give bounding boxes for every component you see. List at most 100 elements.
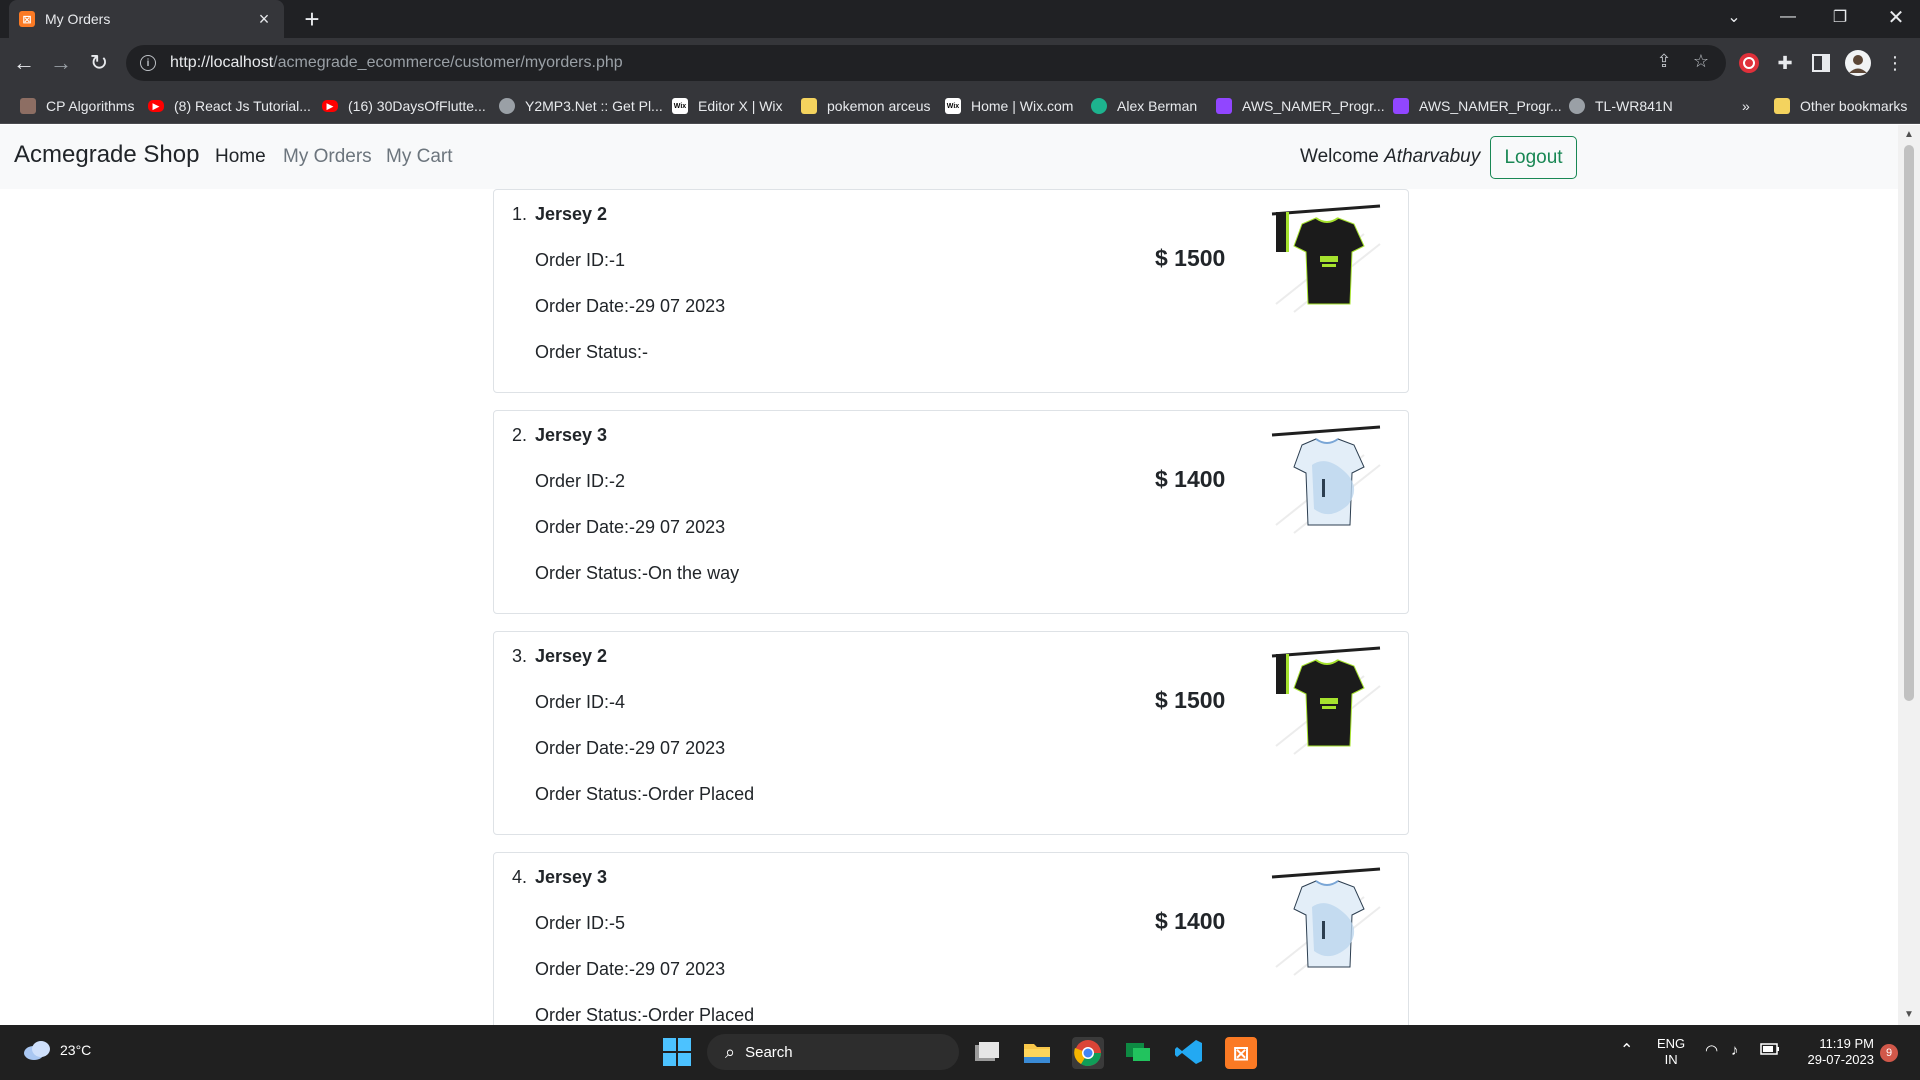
order-price: $ 1500 (1155, 245, 1226, 271)
order-date: Order Date:-29 07 2023 (535, 296, 726, 316)
order-price: $ 1400 (1155, 466, 1226, 492)
scrollbar-thumb[interactable] (1904, 145, 1914, 701)
battery-icon[interactable] (1760, 1043, 1780, 1059)
product-image (1264, 867, 1384, 979)
task-view-icon[interactable] (972, 1037, 1004, 1069)
product-name: Jersey 3 (535, 425, 608, 445)
bookmark-item[interactable]: Wix Home | Wix.com (945, 95, 1073, 117)
product-image (1264, 646, 1384, 758)
order-card: 3. Jersey 2 Order ID:-4 Order Date:-29 07 2… (493, 631, 1409, 835)
profile-avatar[interactable] (1845, 50, 1871, 76)
welcome-text: Welcome Atharvabuy (1300, 146, 1480, 168)
product-image (1264, 204, 1384, 316)
clock[interactable]: 11:19 PM 29-07-2023 (1798, 1036, 1875, 1068)
bookmark-item[interactable]: Alex Berman (1091, 95, 1197, 117)
new-tab-plus-icon[interactable]: + (298, 5, 326, 33)
restore-window-icon[interactable]: ❐ (1816, 0, 1864, 34)
taskbar-search[interactable]: ⌕ Search (707, 1034, 959, 1070)
wix-icon: Wix (672, 98, 688, 114)
cp-algorithms-icon (20, 98, 36, 114)
browser-tab-active[interactable]: ⊠ My Orders × (9, 0, 284, 38)
order-date: Order Date:-29 07 2023 (535, 517, 726, 537)
red-extension-icon[interactable] (1736, 50, 1762, 76)
bookmark-item[interactable]: pokemon arceus (801, 95, 931, 117)
globe-icon (499, 98, 515, 114)
notification-badge[interactable]: 9 (1880, 1044, 1898, 1062)
other-bookmarks[interactable]: Other bookmarks (1774, 95, 1907, 117)
url-host: http://localhost (170, 54, 274, 71)
bookmark-label: (8) React Js Tutorial... (174, 98, 311, 114)
share-icon[interactable]: ⇪ (1652, 51, 1676, 72)
bookmark-star-icon[interactable]: ☆ (1689, 51, 1713, 72)
wifi-icon[interactable]: ◠ (1705, 1043, 1718, 1059)
language-code: ENG (1657, 1036, 1686, 1051)
bookmark-item[interactable]: ▶ (16) 30DaysOfFlutte... (322, 95, 486, 117)
search-icon: ⌕ (725, 1041, 736, 1062)
youtube-icon: ▶ (322, 100, 338, 112)
address-bar[interactable]: i http://localhost/acmegrade_ecommerce/c… (126, 45, 1726, 81)
order-card: 4. Jersey 3 Order ID:-5 Order Date:-29 07 2… (493, 852, 1409, 1025)
order-date: Order Date:-29 07 2023 (535, 738, 726, 758)
nav-my-cart-link[interactable]: My Cart (386, 146, 453, 168)
vscode-icon[interactable] (1174, 1037, 1206, 1069)
windows-taskbar: 23°C ⌕ Search ⊠ ⌃ ENG IN ◠ ♪ 11:19 PM 29… (0, 1025, 1920, 1080)
site-info-icon[interactable]: i (140, 55, 156, 71)
file-explorer-icon[interactable] (1022, 1037, 1054, 1069)
bookmark-item[interactable]: Y2MP3.Net :: Get Pl... (499, 95, 663, 117)
volume-icon[interactable]: ♪ (1731, 1043, 1739, 1059)
weather-widget[interactable]: 23°C (22, 1039, 91, 1061)
nav-my-orders-link[interactable]: My Orders (283, 146, 372, 168)
browser-menu-icon[interactable]: ⋮ (1882, 50, 1908, 76)
language-indicator[interactable]: ENG IN (1657, 1036, 1685, 1068)
tab-search-chevron-icon[interactable]: ⌄ (1710, 0, 1758, 34)
xampp-taskbar-icon[interactable]: ⊠ (1225, 1037, 1257, 1069)
site-navbar: Acmegrade Shop Home My Orders My Cart We… (0, 125, 1898, 189)
taskbar-search-label: Search (745, 1043, 793, 1061)
order-number: 3. (512, 646, 528, 666)
clock-date: 29-07-2023 (1807, 1052, 1875, 1067)
cloud-icon (24, 1041, 50, 1060)
product-name: Jersey 2 (535, 204, 608, 224)
reload-icon[interactable]: ↻ (83, 47, 115, 79)
region-code: IN (1664, 1052, 1678, 1067)
close-tab-icon[interactable]: × (254, 9, 274, 30)
chat-app-icon[interactable] (1123, 1037, 1155, 1069)
other-bookmarks-label: Other bookmarks (1800, 98, 1908, 114)
wix-icon: Wix (945, 98, 961, 114)
back-arrow-icon[interactable]: ← (8, 47, 40, 79)
brand-logo[interactable]: Acmegrade Shop (14, 141, 199, 169)
bookmark-label: TL-WR841N (1595, 98, 1673, 114)
nav-home-link[interactable]: Home (215, 146, 266, 168)
folder-icon (801, 98, 817, 114)
browser-toolbar: ← → ↻ i http://localhost/acmegrade_ecomm… (0, 38, 1920, 88)
extensions-puzzle-icon[interactable]: ✚ (1772, 50, 1798, 76)
bookmark-item[interactable]: TL-WR841N (1569, 95, 1673, 117)
bookmark-label: AWS_NAMER_Progr... (1419, 98, 1562, 114)
chrome-icon[interactable] (1072, 1037, 1104, 1069)
forward-arrow-icon[interactable]: → (45, 47, 77, 79)
windows-start-icon[interactable] (662, 1037, 694, 1069)
product-image (1264, 425, 1384, 537)
address-url: http://localhost/acmegrade_ecommerce/cus… (170, 54, 623, 72)
product-name: Jersey 3 (535, 867, 608, 887)
side-panel-icon[interactable] (1808, 50, 1834, 76)
teal-circle-icon (1091, 98, 1107, 114)
bookmarks-overflow-chevron-icon[interactable]: » (1742, 95, 1750, 117)
tray-chevron-up-icon[interactable]: ⌃ (1620, 1043, 1633, 1059)
order-id: Order ID:-4 (535, 692, 626, 712)
weather-temp: 23°C (60, 1042, 92, 1058)
bookmark-item[interactable]: ▶ (8) React Js Tutorial... (148, 95, 311, 117)
logout-button[interactable]: Logout (1490, 136, 1577, 179)
page-scrollbar[interactable]: ▲ ▼ (1898, 125, 1920, 1025)
bookmark-item[interactable]: AWS_NAMER_Progr... (1216, 95, 1385, 117)
close-window-icon[interactable]: ✕ (1872, 0, 1920, 34)
scroll-up-arrow-icon[interactable]: ▲ (1903, 129, 1915, 141)
order-id: Order ID:-1 (535, 250, 626, 270)
scroll-down-arrow-icon[interactable]: ▼ (1903, 1009, 1915, 1021)
bookmark-item[interactable]: CP Algorithms (20, 95, 134, 117)
minimize-window-icon[interactable]: — (1764, 0, 1812, 34)
bookmark-item[interactable]: AWS_NAMER_Progr... (1393, 95, 1562, 117)
bookmark-item[interactable]: Wix Editor X | Wix (672, 95, 783, 117)
url-path: /acmegrade_ecommerce/customer/myorders.p… (273, 54, 623, 71)
youtube-icon: ▶ (148, 100, 164, 112)
